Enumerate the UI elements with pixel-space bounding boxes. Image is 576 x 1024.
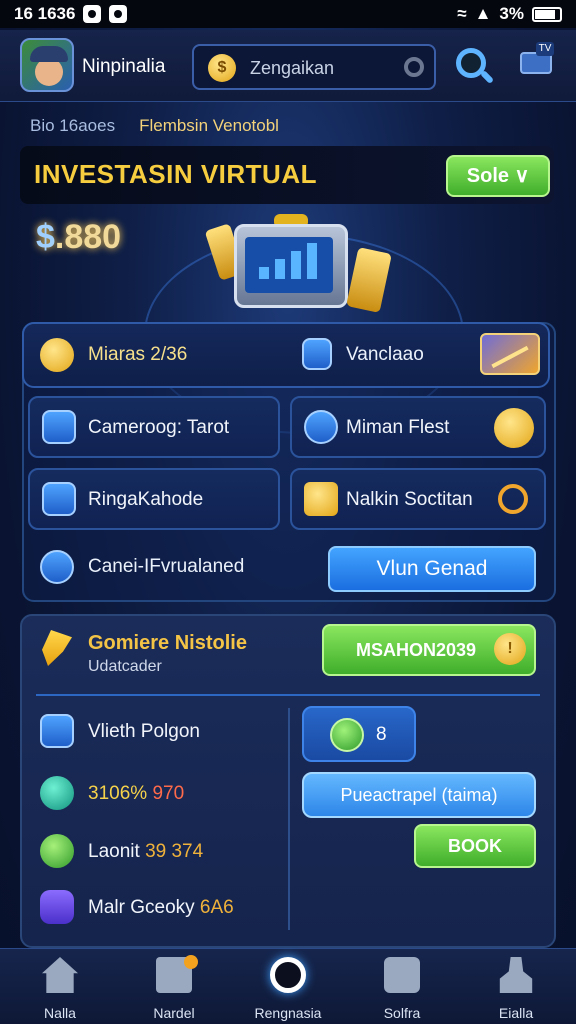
sale-button[interactable]: Sole ∨ [446,155,550,197]
menu-tile-nalkin[interactable]: Nalkin Soctitan [290,468,546,530]
list-item-value: 6A6 [199,897,234,918]
menu-item-label: Vanclaao [346,344,424,365]
document-icon [302,338,332,370]
list-item-label: 3106% 970 [88,783,185,804]
menu-item-label: Miaras 2/36 [88,344,188,365]
search-text: Zengaikan [250,58,335,78]
menu-item-label[interactable]: Canei-IFvrualaned [88,556,244,578]
gear-icon [304,410,338,444]
page-title: INVESTASIN VIRTUAL [34,159,317,189]
balance-value: .880 [54,218,122,256]
nav-label: Nardel [153,1005,195,1021]
dollar-icon [40,776,74,810]
list-item-value: 970 [152,783,185,804]
mail-icon [494,408,534,448]
tools-icon [304,482,338,516]
tile-label: RingaKahode [88,489,204,510]
section-subtitle: Udatcader [88,658,162,675]
section-title: Gomiere Nistolie [88,632,247,654]
view-general-button[interactable]: Vlun Genad [328,546,536,592]
chip-value: 8 [376,724,387,745]
wifi-icon: ≈ [457,4,467,23]
menu-tile-miman[interactable]: Miman Flest [290,396,546,458]
nav-label: Rengnasia [254,1005,322,1021]
gem-icon [330,718,364,752]
tv-button[interactable]: TV [518,42,558,78]
search-button[interactable] [454,46,495,86]
briefcase-illustration [144,214,464,434]
coin-icon: ! [494,633,526,665]
list-item-label: Vlieth Polgon [88,721,200,742]
list-icon [42,410,76,444]
gem-chip[interactable]: 8 [302,706,416,762]
user-icon [499,957,533,993]
breadcrumb-item[interactable]: Bio 16aoes [30,116,115,136]
divider [288,708,290,930]
target-icon [498,484,528,514]
bars-icon [384,957,420,993]
list-item-label: Malr Gceoky 6A6 [88,897,234,918]
battery-icon [532,6,562,22]
avatar[interactable] [20,38,74,92]
breadcrumb: Bio 16aoes Flembsin Venotobl [30,116,279,136]
coins-icon [40,338,74,372]
purchase-button[interactable]: Pueactrapel (taima) [302,772,536,818]
tile-label: Cameroog: Tarot [88,417,230,438]
chart-icon[interactable] [480,333,540,375]
nav-item-home[interactable]: Nalla [10,955,110,1021]
mic-icon[interactable] [404,57,424,77]
camera-icon [109,5,128,23]
battery-percent: 3% [499,4,524,23]
leaf-icon [40,834,74,868]
search-input[interactable]: $ Zengaikan [192,44,436,90]
nav-item-bars[interactable]: Solfra [352,955,452,1021]
tile-label: Miman Flest [346,417,450,438]
balance-amount: $.880 [36,218,121,257]
nav-label: Nalla [44,1005,76,1021]
notification-icon [83,5,102,23]
breadcrumb-item[interactable]: Flembsin Venotobl [139,116,279,136]
nav-item-center[interactable]: Rengnasia [238,955,338,1021]
home-icon [40,714,74,748]
bottom-nav: Nalla Nardel Rengnasia Solfra Eialla [0,948,576,1024]
list-item-value: 39 374 [145,841,204,862]
status-time: 16 1636 [14,4,76,23]
list-item-label: Laonit 39 374 [88,841,204,862]
notification-badge [184,955,198,969]
nav-label: Eialla [498,1005,534,1021]
circle-icon [270,957,306,993]
app-header: Ninpinalia $ Zengaikan [0,30,576,102]
nav-item-profile[interactable]: Eialla [466,955,566,1021]
status-bar: 16 1636 ≈ ▲ 3% [0,0,576,28]
tile-label: Nalkin Soctitan [346,489,473,510]
menu-tile-cameroog[interactable]: Cameroog: Tarot [28,396,280,458]
bar-chart-icon [42,482,76,516]
briefcase-icon [234,224,348,308]
signal-icon: ▲ [474,4,492,23]
currency-symbol: $ [36,218,55,256]
nav-item-document[interactable]: Nardel [124,955,224,1021]
menu-tile-ringa[interactable]: RingaKahode [28,468,280,530]
hexagon-icon [40,890,74,924]
book-button[interactable]: BOOK [414,824,536,868]
home-icon [42,957,78,993]
username: Ninpinalia [82,56,166,77]
coin-icon: $ [208,54,236,82]
nav-label: Solfra [383,1005,421,1021]
shield-icon [40,550,74,584]
divider [36,694,540,696]
